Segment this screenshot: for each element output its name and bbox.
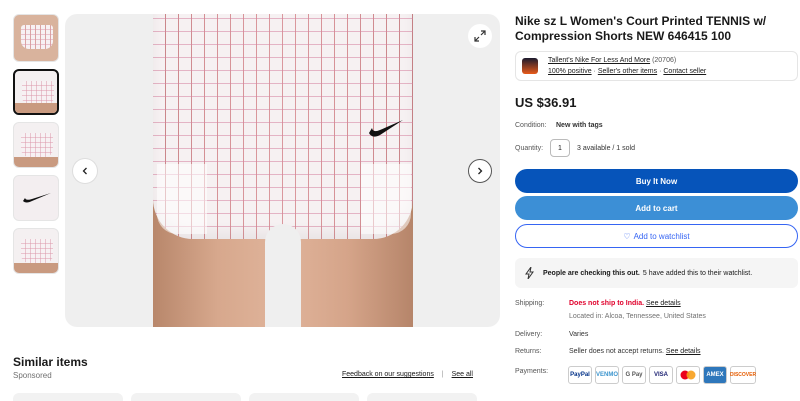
item-location: Located in: Alcoa, Tennessee, United Sta…	[569, 313, 706, 320]
mastercard-icon	[676, 366, 700, 384]
expand-icon[interactable]	[468, 24, 492, 48]
shipping-label: Shipping:	[515, 300, 545, 307]
next-image-button[interactable]	[468, 159, 492, 183]
watchlist-label: Add to watchlist	[633, 231, 690, 241]
payments-label: Payments:	[515, 368, 549, 375]
shipping-details-link[interactable]: See details	[646, 300, 681, 307]
seller-name-link[interactable]: Tallent's Nike For Less And More	[548, 57, 650, 64]
thumbnail-strip	[13, 14, 61, 281]
delivery-label: Delivery:	[515, 331, 543, 338]
returns-details-link[interactable]: See details	[666, 348, 701, 355]
chevron-right-icon	[478, 167, 483, 175]
payment-methods: PayPal VENMO G Pay VISA AMEX DISCOVER	[568, 366, 756, 384]
returns-text: Seller does not accept returns.	[569, 348, 664, 355]
nike-swoosh-icon	[23, 193, 51, 203]
amex-icon: AMEX	[703, 366, 727, 384]
quantity-input[interactable]: 1	[550, 139, 570, 157]
watchers-signal: People are checking this out. 5 have add…	[515, 258, 798, 288]
seller-card: Tallent's Nike For Less And More (20706)…	[515, 51, 798, 81]
similar-items-heading: Similar items	[13, 355, 88, 369]
chevron-left-icon	[82, 167, 87, 175]
condition-label: Condition:	[515, 122, 547, 129]
seller-feedback-count: (20706)	[652, 57, 677, 64]
similar-item-card[interactable]	[249, 393, 359, 401]
feedback-suggestions-link[interactable]: Feedback on our suggestions	[342, 371, 434, 378]
nike-swoosh-icon	[369, 120, 403, 137]
quantity-label: Quantity:	[515, 145, 544, 152]
add-to-watchlist-button[interactable]: ♡ Add to watchlist	[515, 224, 798, 248]
seller-positive-link[interactable]: 100% positive	[548, 68, 592, 75]
availability-text: 3 available / 1 sold	[577, 145, 635, 152]
lightning-icon	[525, 267, 534, 279]
previous-image-button[interactable]	[73, 159, 97, 183]
contact-seller-link[interactable]: Contact seller	[663, 68, 706, 75]
thumbnail-4[interactable]	[13, 175, 59, 221]
sponsored-label: Sponsored	[13, 371, 52, 380]
delivery-value: Varies	[569, 331, 589, 338]
returns-label: Returns:	[515, 348, 542, 355]
similar-items-row	[13, 393, 477, 401]
add-to-cart-button[interactable]: Add to cart	[515, 196, 798, 220]
condition-value: New with tags	[556, 122, 603, 129]
thumbnail-2[interactable]	[13, 69, 59, 115]
seller-logo	[522, 58, 538, 74]
similar-item-card[interactable]	[13, 393, 123, 401]
returns-value: Seller does not accept returns. See deta…	[569, 348, 701, 355]
product-title: Nike sz L Women's Court Printed TENNIS w…	[515, 14, 767, 43]
thumbnail-1[interactable]	[13, 14, 59, 62]
venmo-icon: VENMO	[595, 366, 619, 384]
similar-item-card[interactable]	[367, 393, 477, 401]
shipping-value: Does not ship to India. See details	[569, 300, 681, 307]
google-pay-icon: G Pay	[622, 366, 646, 384]
shipping-status: Does not ship to India.	[569, 300, 645, 307]
signal-bold-text: People are checking this out.	[543, 269, 640, 277]
signal-text: 5 have added this to their watchlist.	[642, 269, 753, 277]
heart-icon: ♡	[623, 231, 631, 241]
buy-it-now-button[interactable]: Buy It Now	[515, 169, 798, 193]
visa-icon: VISA	[649, 366, 673, 384]
similar-item-card[interactable]	[131, 393, 241, 401]
paypal-icon: PayPal	[568, 366, 592, 384]
discover-icon: DISCOVER	[730, 366, 756, 384]
main-product-image[interactable]	[65, 14, 500, 327]
seller-other-items-link[interactable]: Seller's other items	[598, 68, 657, 75]
see-all-link[interactable]: See all	[452, 371, 473, 378]
similar-items-links: Feedback on our suggestions | See all	[342, 371, 473, 378]
thumbnail-5[interactable]	[13, 228, 59, 274]
thumbnail-3[interactable]	[13, 122, 59, 168]
price: US $36.91	[515, 95, 577, 110]
